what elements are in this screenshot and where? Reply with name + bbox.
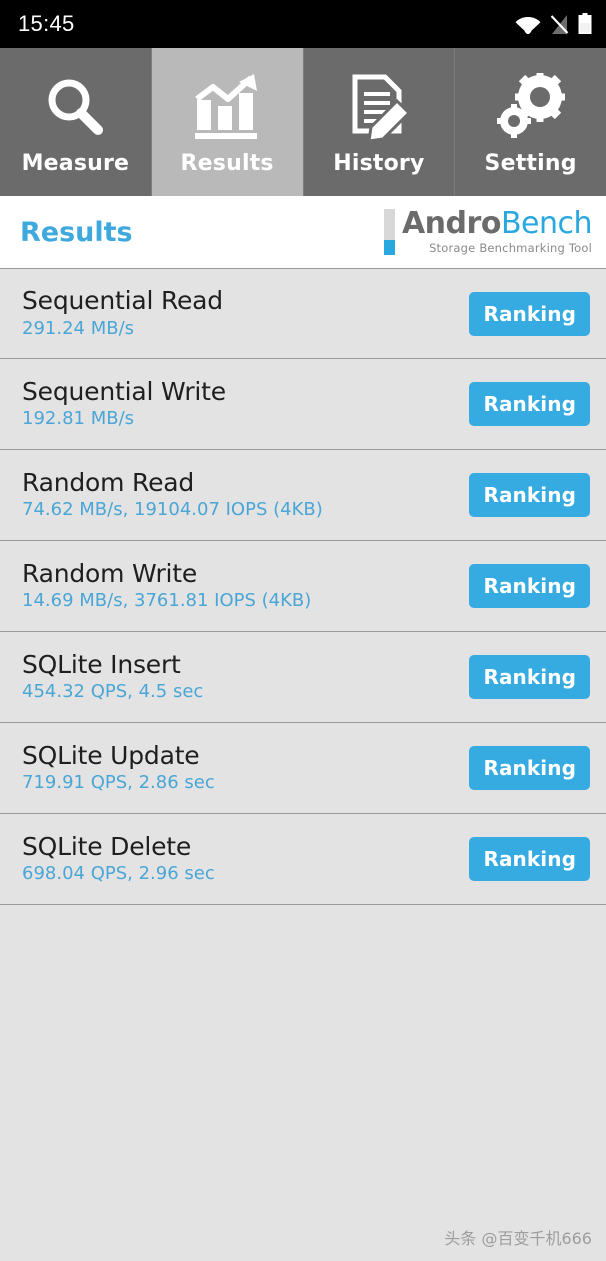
result-value: 192.81 MB/s [22,408,135,430]
ranking-button[interactable]: Ranking [469,291,590,336]
tab-results[interactable]: Results [151,48,303,196]
logo-bench: Bench [500,206,593,242]
main-tab-bar: Measure Results History Setting [0,48,606,196]
result-info: Random Write 14.69 MB/s, 3761.81 IOPS (4… [22,558,312,612]
status-bar-icons [515,13,592,35]
table-row[interactable]: SQLite Insert 454.32 QPS, 4.5 sec Rankin… [0,632,606,723]
wifi-icon [515,14,541,34]
table-row[interactable]: Random Write 14.69 MB/s, 3761.81 IOPS (4… [0,541,606,632]
tab-history[interactable]: History [302,48,456,196]
result-name: SQLite Insert [22,649,181,679]
androbench-logo: AndroBench Storage Benchmarking Tool [383,206,596,256]
result-value: 454.32 QPS, 4.5 sec [22,681,204,703]
result-info: Random Read 74.62 MB/s, 19104.07 IOPS (4… [22,467,323,521]
logo-andro: Andro [401,206,501,242]
watermark: 头条 @百变千机666 [444,1229,592,1248]
ranking-button[interactable]: Ranking [469,382,590,426]
gears-icon [495,69,567,145]
tab-measure-label: Measure [21,150,130,176]
ranking-button[interactable]: Ranking [469,746,590,790]
app-screen: 15:45 Measure Results History Setting Re… [0,0,606,1261]
tab-setting-label: Setting [484,150,577,176]
result-info: SQLite Insert 454.32 QPS, 4.5 sec [22,649,204,703]
result-value: 698.04 QPS, 2.96 sec [22,863,215,885]
tab-results-label: Results [180,150,274,176]
page-header: Results AndroBench Storage Benchmarking … [0,196,606,268]
logo-tagline: Storage Benchmarking Tool [429,241,592,256]
result-value: 719.91 QPS, 2.86 sec [22,772,215,794]
tab-setting[interactable]: Setting [455,48,606,196]
result-value: 14.69 MB/s, 3761.81 IOPS (4KB) [22,590,312,612]
result-name: SQLite Update [22,740,200,770]
tab-history-label: History [333,150,425,176]
result-info: Sequential Write 192.81 MB/s [22,376,226,430]
tab-measure[interactable]: Measure [0,48,152,196]
magnifier-icon [41,69,109,145]
result-name: Random Write [22,558,198,588]
result-name: Sequential Write [22,376,226,406]
results-list: Sequential Read 291.24 MB/s Ranking Sequ… [0,268,606,1261]
status-bar: 15:45 [0,0,606,48]
cellular-signal-off-icon [550,14,569,35]
battery-icon [578,13,592,35]
result-info: SQLite Update 719.91 QPS, 2.86 sec [22,740,215,794]
logo-text: AndroBench Storage Benchmarking Tool [401,206,593,256]
ranking-button[interactable]: Ranking [469,564,590,608]
document-pencil-icon [345,69,413,145]
table-row[interactable]: Sequential Read 291.24 MB/s Ranking [0,268,606,359]
logo-bar-icon [383,209,395,255]
result-info: SQLite Delete 698.04 QPS, 2.96 sec [22,831,215,885]
table-row[interactable]: Random Read 74.62 MB/s, 19104.07 IOPS (4… [0,450,606,541]
result-name: SQLite Delete [22,831,192,861]
table-row[interactable]: SQLite Update 719.91 QPS, 2.86 sec Ranki… [0,723,606,814]
result-info: Sequential Read 291.24 MB/s [22,288,223,338]
result-name: Sequential Read [22,286,223,316]
page-title: Results [20,216,133,248]
result-value: 74.62 MB/s, 19104.07 IOPS (4KB) [22,499,323,521]
result-name: Random Read [22,467,195,497]
ranking-button[interactable]: Ranking [469,473,590,517]
bar-chart-trend-icon [191,69,263,145]
table-row[interactable]: SQLite Delete 698.04 QPS, 2.96 sec Ranki… [0,814,606,905]
status-bar-clock: 15:45 [18,11,75,36]
result-value: 291.24 MB/s [22,317,135,339]
logo-wordmark: AndroBench [401,206,593,242]
table-row[interactable]: Sequential Write 192.81 MB/s Ranking [0,359,606,450]
ranking-button[interactable]: Ranking [469,655,590,699]
ranking-button[interactable]: Ranking [469,837,590,881]
